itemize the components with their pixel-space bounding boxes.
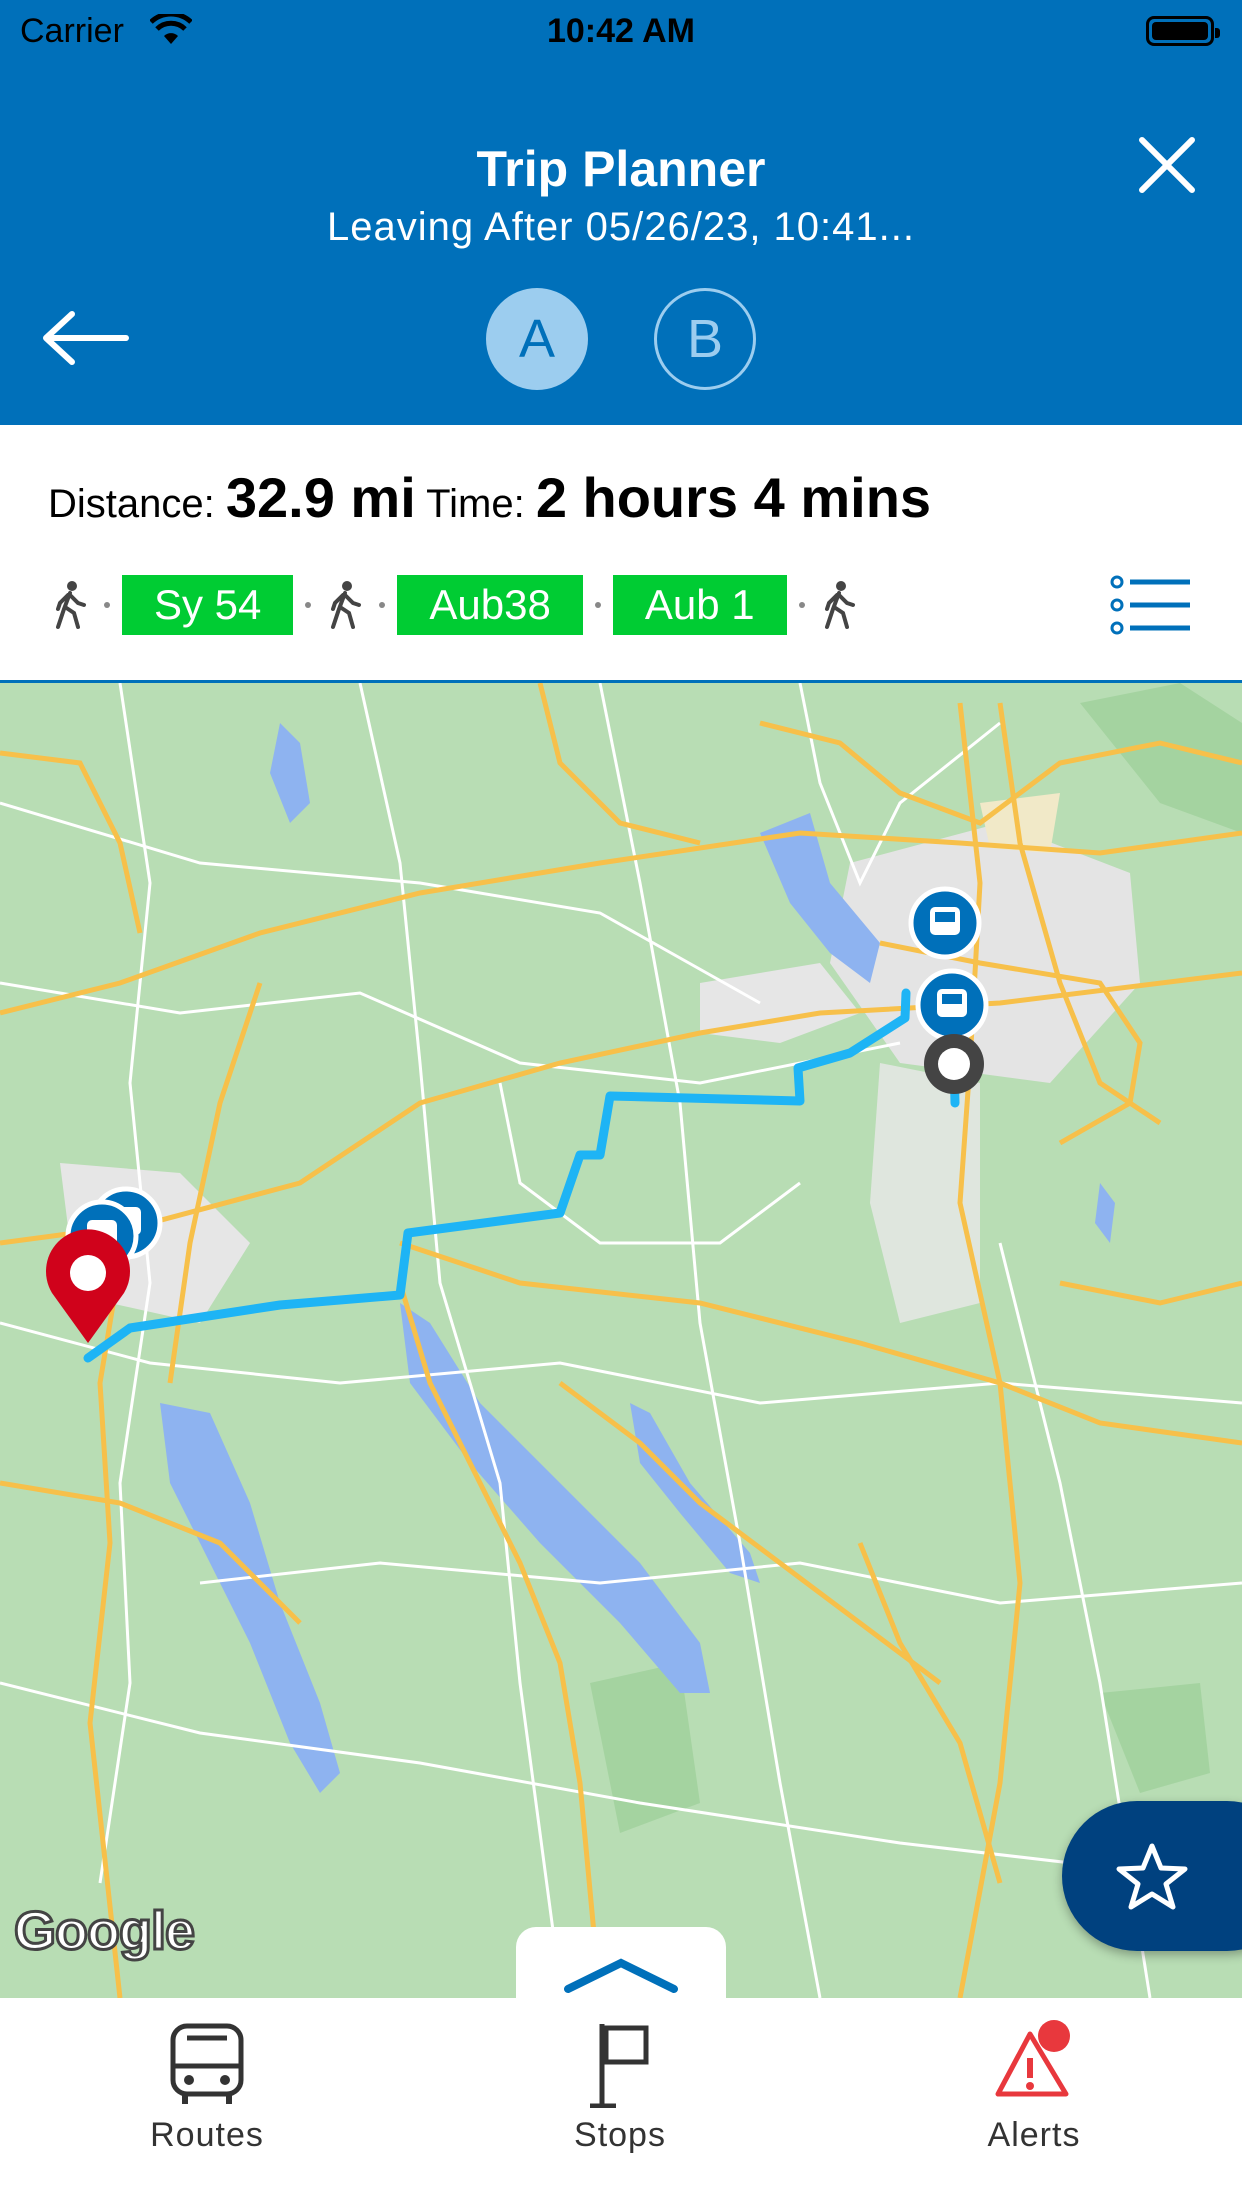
trip-stats: Distance: 32.9 mi Time: 2 hours 4 mins bbox=[48, 465, 931, 530]
point-b-button[interactable]: B bbox=[654, 288, 756, 390]
tab-routes[interactable]: Routes bbox=[57, 1998, 357, 2208]
trip-time-subtitle: Leaving After 05/26/23, 10:41... bbox=[327, 205, 915, 249]
google-attribution: Google bbox=[13, 1900, 197, 1963]
trip-map[interactable]: Google bbox=[0, 683, 1242, 1998]
trip-summary: Distance: 32.9 mi Time: 2 hours 4 mins S… bbox=[0, 425, 1242, 683]
distance-label: Distance: bbox=[48, 482, 215, 526]
walk-icon bbox=[331, 581, 362, 629]
back-button[interactable] bbox=[38, 306, 132, 370]
tab-alerts[interactable]: Alerts bbox=[884, 1998, 1184, 2208]
bus-stop-sign-icon bbox=[590, 2024, 649, 2108]
route-badge[interactable]: Sy 54 bbox=[122, 575, 294, 635]
chevron-up-icon bbox=[564, 1958, 678, 1993]
close-icon bbox=[1139, 137, 1195, 193]
bus-stop-marker bbox=[915, 968, 989, 1042]
trip-legs: Sy 54 Aub38 Aub 1 bbox=[48, 575, 861, 635]
walk-icon bbox=[824, 581, 855, 629]
alert-icon bbox=[995, 2020, 1070, 2097]
list-icon bbox=[1110, 575, 1190, 635]
bus-icon bbox=[170, 2023, 244, 2104]
arrow-left-icon bbox=[43, 311, 129, 365]
point-a-button[interactable]: A bbox=[486, 288, 588, 390]
tab-bar: Routes Stops Alerts bbox=[0, 1998, 1242, 2208]
status-bar: Carrier 10:42 AM bbox=[0, 0, 1242, 62]
tab-alerts-label: Alerts bbox=[987, 2116, 1081, 2154]
clock-label: 10:42 AM bbox=[546, 12, 696, 50]
expand-panel-button[interactable] bbox=[516, 1927, 726, 1998]
walk-icon bbox=[56, 581, 86, 629]
route-badge[interactable]: Aub38 bbox=[397, 575, 583, 635]
star-icon bbox=[1116, 1843, 1188, 1910]
time-value: 2 hours 4 mins bbox=[535, 466, 932, 529]
tab-stops[interactable]: Stops bbox=[470, 1998, 770, 2208]
tab-stops-label: Stops bbox=[574, 2116, 666, 2154]
header-bar: Carrier 10:42 AM Trip Planner Leaving Af… bbox=[0, 0, 1242, 425]
time-label: Time: bbox=[426, 482, 525, 526]
page-title: Trip Planner bbox=[476, 141, 766, 197]
distance-value: 32.9 mi bbox=[225, 466, 416, 529]
bus-stop-marker bbox=[908, 886, 982, 960]
route-badge[interactable]: Aub 1 bbox=[612, 575, 787, 635]
map-canvas bbox=[0, 683, 1242, 1998]
tab-routes-label: Routes bbox=[150, 2116, 264, 2154]
favorite-button[interactable] bbox=[1062, 1801, 1242, 1951]
battery-icon bbox=[1146, 16, 1220, 46]
itinerary-list-button[interactable] bbox=[1110, 575, 1192, 635]
close-button[interactable] bbox=[1132, 130, 1202, 200]
